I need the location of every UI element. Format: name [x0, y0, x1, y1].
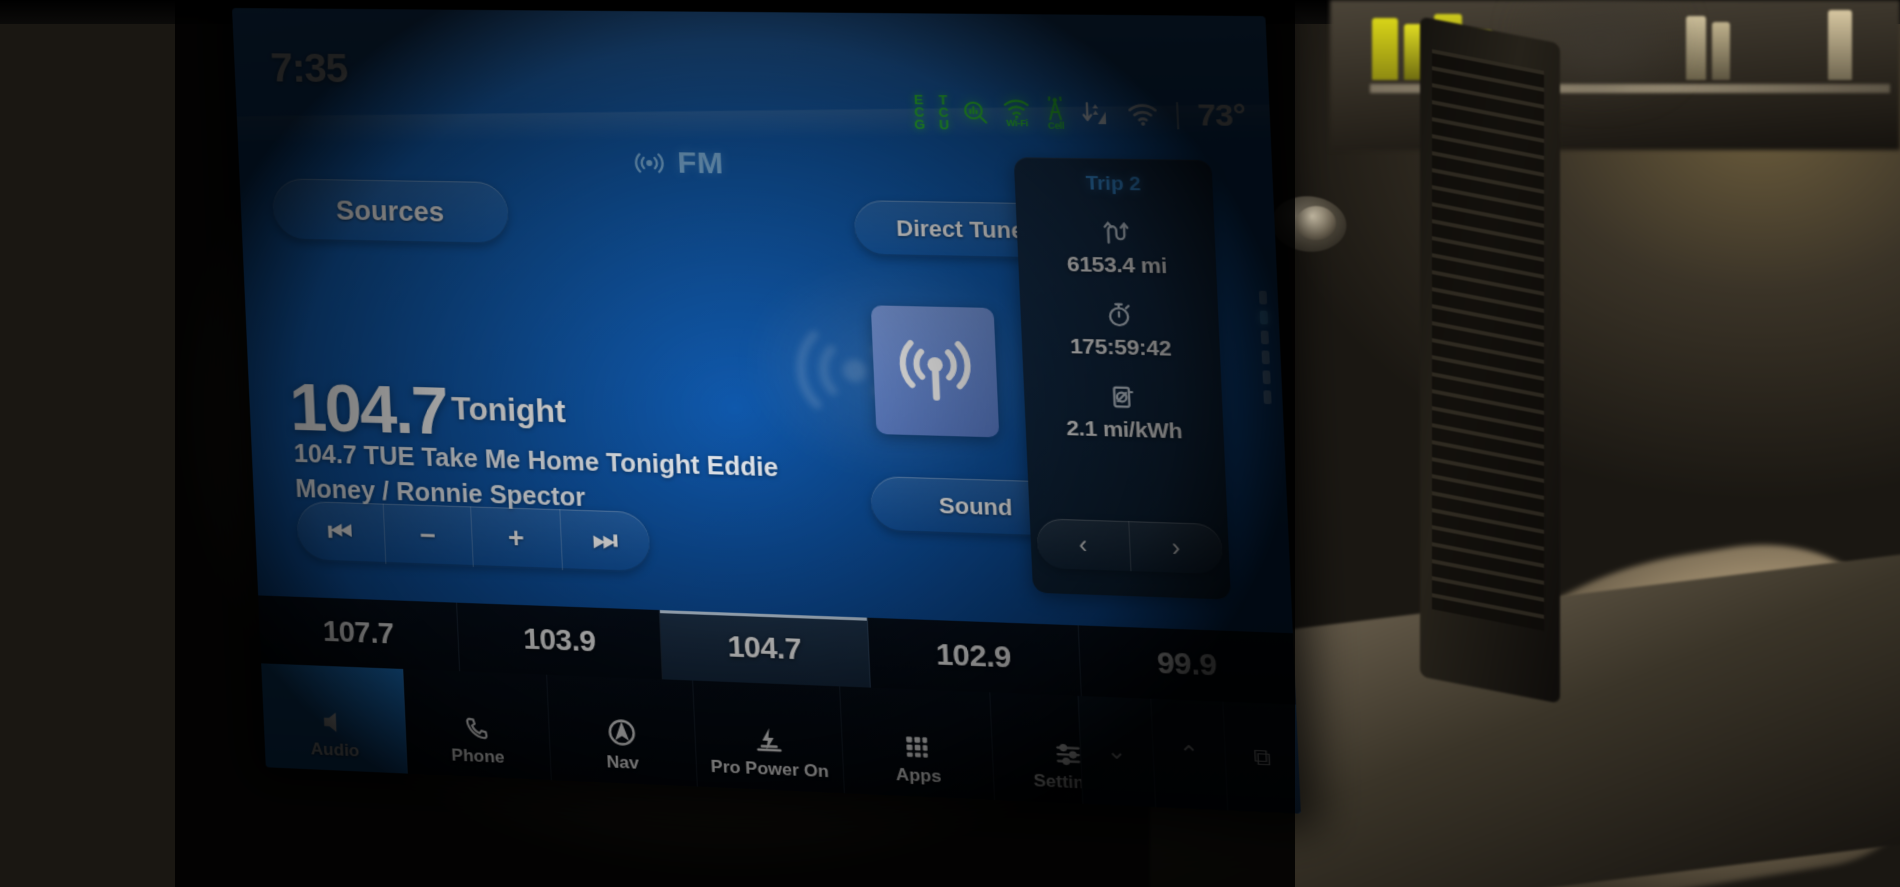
- data-transfer-icon: [1080, 101, 1114, 128]
- cellular-status-caption: Cell: [1048, 121, 1065, 132]
- preset-button[interactable]: 99.9: [1079, 625, 1297, 704]
- scroll-dash: [1262, 370, 1270, 384]
- tcu-indicator: T C U: [938, 94, 950, 131]
- shelf-item: [1712, 22, 1730, 80]
- trip-title: Trip 2: [1085, 173, 1141, 197]
- trip-prev-button[interactable]: ‹: [1036, 518, 1131, 571]
- transport-controls: ⏮ − + ⏭: [296, 501, 651, 573]
- wifi-icon: [1127, 104, 1158, 126]
- status-bar: E C G T C U Wi-Fi Cell 73°: [913, 94, 1246, 135]
- audio-icon: [320, 701, 348, 736]
- compass-icon: [605, 713, 638, 749]
- apps-icon: [903, 725, 932, 761]
- status-divider: [1176, 102, 1179, 129]
- temperature-display: 73°: [1197, 98, 1247, 134]
- air-vent-slats: [1432, 49, 1544, 631]
- scroll-dash: [1259, 291, 1267, 305]
- collapse-button[interactable]: ⌄: [1078, 696, 1155, 807]
- winding-road-icon: [1101, 219, 1130, 247]
- scroll-indicator[interactable]: [1259, 291, 1275, 480]
- preset-button-active[interactable]: 104.7: [660, 610, 870, 688]
- shelf-item: [1372, 18, 1398, 80]
- scroll-dash: [1261, 331, 1269, 345]
- source-header: FM: [633, 146, 725, 182]
- ecg-indicator: E C G: [913, 94, 925, 131]
- diagnostics-icon: [962, 100, 990, 126]
- sources-button[interactable]: Sources: [272, 178, 510, 245]
- station-name: Tonight: [451, 391, 567, 431]
- wifi-status-caption: Wi-Fi: [1006, 118, 1028, 129]
- trip-time-value: 175:59:42: [1070, 335, 1172, 362]
- scroll-dash: [1263, 390, 1271, 404]
- cellular-status-icon: Cell: [1043, 97, 1067, 132]
- preset-button[interactable]: 103.9: [457, 603, 663, 680]
- nav-item-nav[interactable]: Nav: [547, 675, 698, 787]
- trip-distance-value: 6153.4 mi: [1066, 252, 1167, 279]
- tcu-letter-u: U: [939, 119, 950, 131]
- dashboard-knob-center: [1296, 206, 1336, 240]
- broadcast-icon: [633, 150, 665, 177]
- preset-button[interactable]: 107.7: [258, 595, 460, 671]
- trip-efficiency: 2.1 mi/kWh: [1064, 382, 1183, 444]
- previous-button[interactable]: ⏮: [296, 501, 386, 564]
- nav-label: Pro Power On: [710, 757, 829, 783]
- trip-next-button[interactable]: ›: [1129, 521, 1223, 574]
- nav-item-pro-power[interactable]: Pro Power On: [693, 681, 846, 794]
- seek-up-button[interactable]: +: [471, 506, 562, 570]
- scroll-dash: [1262, 350, 1270, 364]
- efficiency-icon: [1108, 383, 1137, 411]
- trip-time: 175:59:42: [1068, 300, 1172, 362]
- window-controls: ⌄ ⌃ ⧉: [1078, 696, 1301, 814]
- seek-down-button[interactable]: −: [383, 504, 474, 567]
- shelf-item: [1686, 16, 1706, 80]
- nav-item-audio[interactable]: Audio: [261, 663, 408, 773]
- source-label: FM: [677, 146, 725, 181]
- wifi-status-icon: Wi-Fi: [1003, 99, 1031, 128]
- clock: 7:35: [270, 46, 349, 92]
- preset-button[interactable]: 102.9: [867, 618, 1081, 696]
- ecg-letter-g: G: [914, 118, 925, 130]
- trip-distance: 6153.4 mi: [1065, 218, 1167, 279]
- nav-label: Nav: [606, 752, 639, 774]
- expand-button[interactable]: ⌃: [1150, 699, 1228, 811]
- scroll-dash-active: [1260, 311, 1268, 325]
- phone-icon: [462, 707, 490, 742]
- album-art-tile[interactable]: [871, 305, 1000, 437]
- infotainment-screen: 7:35 E C G T C U Wi-Fi Cell 73° FM Sourc…: [232, 8, 1301, 814]
- nav-label: Apps: [896, 765, 942, 788]
- trip-pager: ‹ ›: [1036, 518, 1223, 574]
- nav-label: Audio: [310, 739, 359, 761]
- cards-button[interactable]: ⧉: [1223, 702, 1301, 814]
- propower-icon: [753, 719, 784, 755]
- nav-label: Phone: [451, 745, 505, 768]
- stopwatch-icon: [1104, 301, 1133, 329]
- nav-item-phone[interactable]: Phone: [403, 669, 552, 780]
- trip-efficiency-value: 2.1 mi/kWh: [1066, 416, 1183, 444]
- shelf-item: [1828, 10, 1852, 80]
- car-interior-scene: 7:35 E C G T C U Wi-Fi Cell 73° FM Sourc…: [0, 0, 1900, 887]
- next-button[interactable]: ⏭: [560, 509, 651, 573]
- nav-item-apps[interactable]: Apps: [841, 686, 996, 800]
